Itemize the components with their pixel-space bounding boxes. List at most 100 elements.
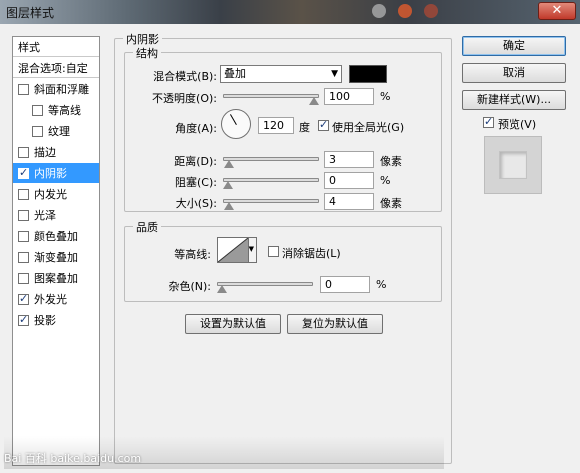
blend-mode-label: 混合模式(B): — [153, 70, 217, 83]
style-item[interactable]: 内发光 — [13, 184, 99, 204]
style-item-label: 外发光 — [34, 293, 67, 306]
blend-mode-value: 叠加 — [224, 67, 246, 80]
distance-slider-thumb[interactable] — [224, 160, 235, 168]
noise-slider-thumb[interactable] — [217, 285, 227, 293]
blend-mode-select[interactable]: 叠加 ▼ — [220, 65, 342, 83]
distance-input[interactable]: 3 — [324, 151, 374, 168]
style-item[interactable]: 斜面和浮雕 — [13, 79, 99, 99]
choke-input[interactable]: 0 — [324, 172, 374, 189]
make-default-button[interactable]: 设置为默认值 — [185, 314, 281, 334]
taskbar-icon — [424, 4, 438, 18]
opacity-input[interactable]: 100 — [324, 88, 374, 105]
new-style-button[interactable]: 新建样式(W)... — [462, 90, 566, 110]
preview-checkbox[interactable] — [483, 115, 494, 128]
watermark: Bai 百科 baike.baidu.com — [4, 452, 142, 465]
structure-title: 结构 — [133, 45, 161, 61]
angle-dial[interactable] — [221, 109, 251, 139]
style-item-checkbox[interactable] — [32, 125, 43, 137]
chevron-down-icon: ▼ — [248, 245, 254, 253]
style-item[interactable]: 纹理 — [13, 121, 99, 141]
contour-curve-icon — [218, 238, 248, 262]
global-light-checkbox[interactable] — [318, 118, 329, 131]
opacity-slider[interactable] — [223, 94, 319, 98]
style-item-checkbox[interactable] — [18, 188, 29, 200]
style-item-checkbox[interactable] — [18, 166, 29, 179]
shadow-color-swatch[interactable] — [349, 65, 387, 83]
noise-unit: % — [376, 278, 387, 291]
size-slider[interactable] — [223, 199, 319, 203]
noise-label: 杂色(N): — [168, 280, 211, 293]
ok-button[interactable]: 确定 — [462, 36, 566, 56]
style-item-label: 描边 — [34, 146, 56, 159]
style-item[interactable]: 颜色叠加 — [13, 226, 99, 246]
size-input[interactable]: 4 — [324, 193, 374, 210]
style-item[interactable]: 渐变叠加 — [13, 247, 99, 267]
angle-unit: 度 — [299, 121, 310, 134]
style-item-label: 斜面和浮雕 — [34, 83, 89, 96]
style-item[interactable]: 外发光 — [13, 289, 99, 309]
contour-label: 等高线: — [174, 248, 211, 261]
preview-swatch — [499, 151, 527, 179]
inner-shadow-group: 内阴影 结构 混合模式(B): 叠加 ▼ 不透明度(O): 100 % 角度(A… — [114, 31, 452, 464]
noise-input[interactable]: 0 — [320, 276, 370, 293]
close-button[interactable]: ✕ — [538, 2, 576, 20]
style-item-checkbox[interactable] — [18, 209, 29, 221]
style-item-label: 光泽 — [34, 209, 56, 222]
angle-input[interactable]: 120 — [258, 117, 294, 134]
styles-header[interactable]: 样式 — [13, 37, 99, 57]
style-item[interactable]: 光泽 — [13, 205, 99, 225]
cancel-button[interactable]: 取消 — [462, 63, 566, 83]
style-item-label: 等高线 — [48, 104, 81, 117]
style-item[interactable]: 等高线 — [13, 100, 99, 120]
distance-slider[interactable] — [223, 157, 319, 161]
dialog-body: 样式 混合选项:自定 斜面和浮雕等高线纹理描边内阴影内发光光泽颜色叠加渐变叠加图… — [4, 28, 576, 469]
blending-options-item[interactable]: 混合选项:自定 — [13, 58, 99, 78]
distance-unit: 像素 — [380, 155, 402, 168]
structure-group: 结构 混合模式(B): 叠加 ▼ 不透明度(O): 100 % 角度(A): 1… — [124, 45, 442, 212]
style-item-checkbox[interactable] — [18, 313, 29, 326]
window-title: 图层样式 — [6, 6, 55, 20]
choke-unit: % — [380, 174, 391, 187]
reset-default-button[interactable]: 复位为默认值 — [287, 314, 383, 334]
layer-style-dialog: 图层样式 ✕ 样式 混合选项:自定 斜面和浮雕等高线纹理描边内阴影内发光光泽颜色… — [0, 0, 580, 473]
style-item-label: 纹理 — [48, 125, 70, 138]
size-label: 大小(S): — [175, 197, 217, 210]
taskbar-icon — [398, 4, 412, 18]
choke-label: 阻塞(C): — [175, 176, 217, 189]
style-item[interactable]: 投影 — [13, 310, 99, 330]
angle-label: 角度(A): — [175, 122, 217, 135]
choke-slider-thumb[interactable] — [223, 181, 233, 189]
quality-title: 品质 — [133, 219, 161, 235]
style-item-checkbox[interactable] — [18, 272, 29, 284]
size-unit: 像素 — [380, 197, 402, 210]
style-item-checkbox[interactable] — [18, 83, 29, 95]
styles-list: 样式 混合选项:自定 斜面和浮雕等高线纹理描边内阴影内发光光泽颜色叠加渐变叠加图… — [12, 36, 100, 466]
opacity-unit: % — [380, 90, 391, 103]
size-slider-thumb[interactable] — [224, 202, 235, 210]
distance-label: 距离(D): — [174, 155, 217, 168]
style-item-checkbox[interactable] — [32, 104, 43, 116]
quality-group: 品质 等高线: ▼ 消除锯齿(L) 杂色(N): 0 % — [124, 219, 442, 302]
anti-alias-checkbox[interactable] — [268, 246, 279, 257]
style-item-checkbox[interactable] — [18, 230, 29, 242]
choke-slider[interactable] — [223, 178, 319, 182]
opacity-slider-thumb[interactable] — [309, 97, 319, 105]
noise-slider[interactable] — [217, 282, 313, 286]
style-item-label: 内阴影 — [34, 167, 67, 180]
global-light-label[interactable]: 使用全局光(G) — [332, 119, 404, 135]
opacity-label: 不透明度(O): — [152, 92, 217, 105]
style-item[interactable]: 内阴影 — [13, 163, 99, 183]
contour-picker[interactable]: ▼ — [217, 237, 257, 263]
taskbar-icon — [372, 4, 386, 18]
preview-label[interactable]: 预览(V) — [498, 116, 536, 132]
style-item-checkbox[interactable] — [18, 292, 29, 305]
anti-alias-label[interactable]: 消除锯齿(L) — [282, 245, 341, 261]
chevron-down-icon: ▼ — [331, 69, 338, 79]
style-item-label: 图案叠加 — [34, 272, 78, 285]
title-bar[interactable]: 图层样式 ✕ — [0, 0, 580, 24]
style-item-checkbox[interactable] — [18, 146, 29, 158]
angle-needle — [230, 114, 237, 125]
style-item[interactable]: 描边 — [13, 142, 99, 162]
style-item-checkbox[interactable] — [18, 251, 29, 263]
style-item[interactable]: 图案叠加 — [13, 268, 99, 288]
